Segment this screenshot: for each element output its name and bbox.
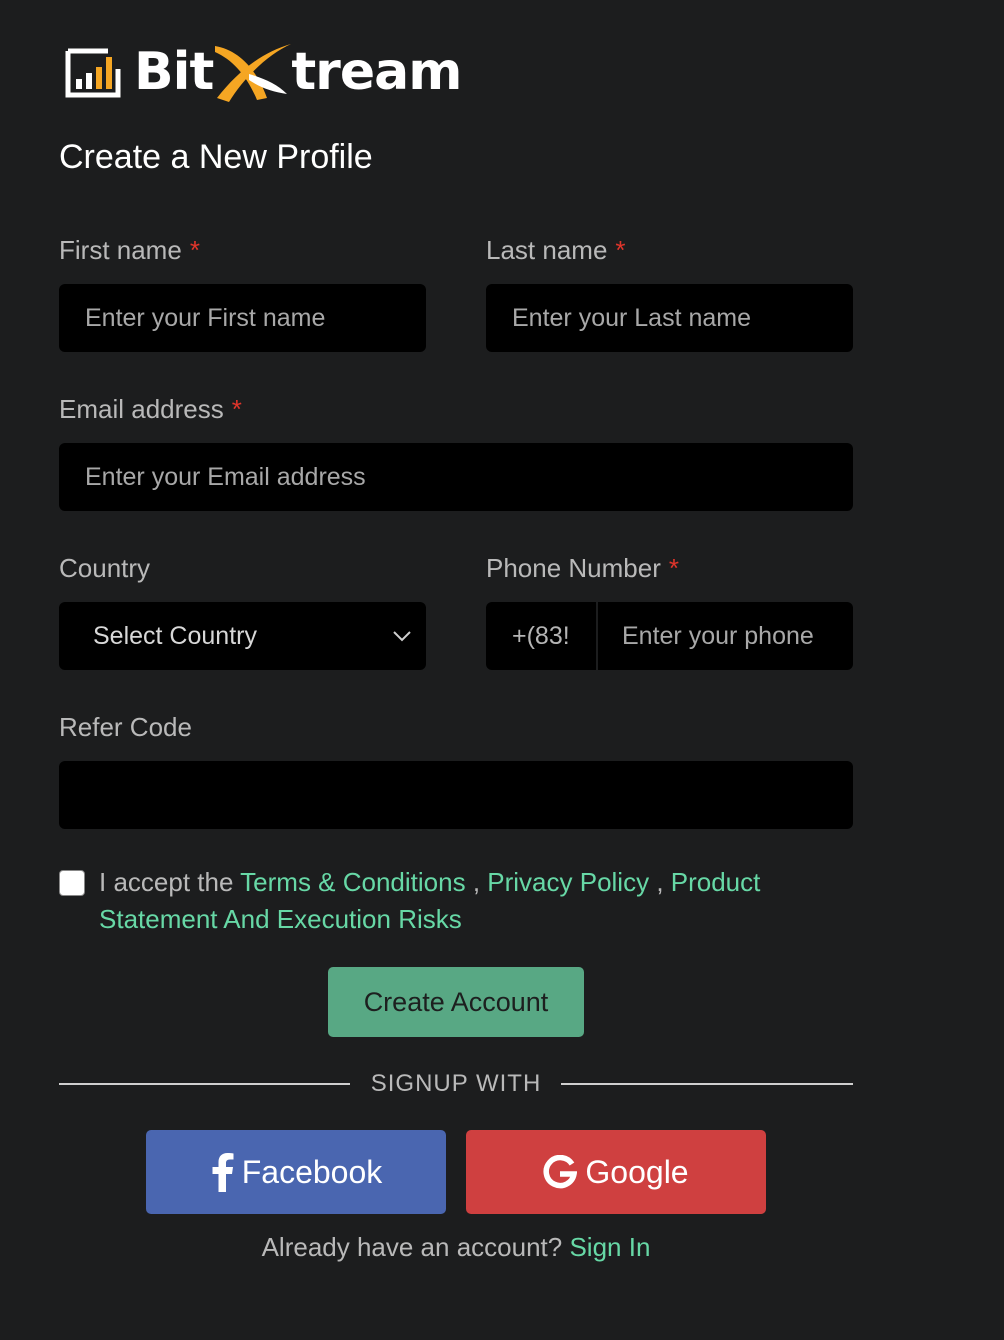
first-name-label-text: First name	[59, 235, 182, 265]
terms-separator: ,	[649, 867, 671, 897]
required-marker: *	[668, 553, 680, 583]
terms-prefix: I accept the	[99, 867, 241, 897]
required-marker: *	[615, 235, 626, 265]
signin-prompt: Already have an account? Sign In	[59, 1232, 853, 1263]
google-button-label: Google	[585, 1153, 689, 1190]
phone-input[interactable]	[598, 602, 853, 670]
first-name-input[interactable]	[59, 284, 426, 352]
x-logo-mark-icon	[215, 44, 292, 102]
last-name-label-text: Last name	[486, 235, 608, 265]
phone-label: Phone Number *	[486, 553, 679, 584]
terms-checkbox[interactable]	[59, 870, 85, 896]
terms-conditions-link[interactable]: Terms & Conditions	[240, 867, 465, 897]
brand-name-part2: tream	[291, 42, 462, 102]
signin-prompt-text: Already have an account?	[261, 1232, 570, 1262]
terms-separator: ,	[465, 867, 488, 897]
chart-logo-icon	[65, 48, 121, 98]
first-name-label: First name *	[59, 235, 200, 266]
country-select[interactable]: Select Country	[59, 602, 426, 670]
facebook-icon	[212, 1153, 234, 1192]
email-label: Email address *	[59, 394, 242, 425]
google-icon	[543, 1155, 578, 1189]
brand-logo: Bit tream	[64, 40, 462, 104]
brand-name-part1: Bit	[134, 42, 214, 102]
page-title: Create a New Profile	[59, 138, 373, 176]
country-select-value: Select Country	[93, 621, 257, 650]
create-account-button[interactable]: Create Account	[328, 967, 584, 1037]
facebook-button-label: Facebook	[241, 1153, 383, 1190]
facebook-signup-button[interactable]: Facebook	[146, 1130, 446, 1214]
last-name-label: Last name *	[486, 235, 626, 266]
google-signup-button[interactable]: Google	[466, 1130, 766, 1214]
chevron-down-icon	[393, 631, 411, 642]
country-label: Country	[59, 553, 150, 584]
refer-code-label: Refer Code	[59, 712, 192, 743]
email-label-text: Email address	[59, 394, 224, 424]
terms-text: I accept the Terms & Conditions , Privac…	[99, 864, 819, 938]
phone-label-text: Phone Number	[486, 553, 661, 583]
privacy-policy-link[interactable]: Privacy Policy	[487, 867, 649, 897]
country-label-text: Country	[59, 553, 151, 583]
email-input[interactable]	[59, 443, 853, 511]
phone-country-code[interactable]: +(83!	[486, 602, 596, 670]
refer-code-input[interactable]	[59, 761, 853, 829]
refer-code-label-text: Refer Code	[59, 712, 192, 742]
last-name-input[interactable]	[486, 284, 853, 352]
signup-with-divider: SIGNUP WITH	[59, 1068, 853, 1100]
required-marker: *	[231, 394, 242, 424]
phone-country-code-value: +(83!	[512, 621, 570, 650]
sign-in-link[interactable]: Sign In	[569, 1232, 650, 1262]
divider-line-right	[561, 1083, 853, 1085]
required-marker: *	[189, 235, 200, 265]
